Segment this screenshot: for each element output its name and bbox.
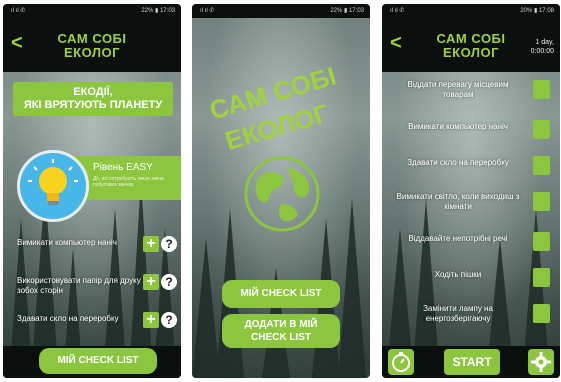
trash-icon[interactable] [533, 156, 550, 175]
banner-line2: ЯКІ ВРЯТУЮТЬ ПЛАНЕТУ [23, 99, 163, 111]
item-label: Вимикати світло, коли виходиш з кімнати [396, 192, 520, 211]
list-item: Вимикати компьютер наніч [382, 116, 560, 156]
stopwatch-icon[interactable] [388, 349, 414, 375]
status-bar: ıl ıl ✆ 20% ▮ 17:08 [382, 4, 560, 18]
add-button-line2: CHECK LIST [251, 332, 311, 343]
level-easy-card[interactable]: Рівень EASY Дії, які потребують лише змі… [17, 150, 181, 222]
task-label: Використовувати папір для друку зобох ст… [17, 276, 141, 295]
gear-icon[interactable] [528, 349, 554, 375]
task-item: Здавати скло на переробку + ? [3, 308, 181, 334]
question-icon[interactable]: ? [161, 236, 177, 252]
my-checklist-button[interactable]: МІЙ CHECK LIST [39, 348, 157, 374]
question-icon[interactable]: ? [161, 274, 177, 290]
my-checklist-button[interactable]: МІЙ CHECK LIST [222, 280, 340, 308]
status-bar: ıl ıl ✆ 22% ▮ 17:03 [192, 4, 370, 18]
status-signal: ıl ıl ✆ [11, 8, 26, 14]
list-item: Вимикати світло, коли виходиш з кімнати [382, 188, 560, 228]
trash-icon[interactable] [533, 232, 550, 251]
trash-icon[interactable] [533, 80, 550, 99]
trash-icon[interactable] [533, 120, 550, 139]
item-label: Віддавайте непотрібні речі [408, 234, 508, 243]
status-signal: ıl ıl ✆ [200, 8, 215, 14]
status-bar: ıl ıl ✆ 22% ▮ 17:03 [3, 4, 181, 18]
ecoactions-banner: ЕКОДІЇ, ЯКІ ВРЯТУЮТЬ ПЛАНЕТУ [13, 82, 173, 116]
add-button-line1: ДОДАТИ В МІЙ [244, 319, 318, 330]
app-title-line1: САМ СОБІ [57, 31, 127, 46]
trash-icon[interactable] [533, 268, 550, 287]
list-item: Ходіть пішки [382, 264, 560, 304]
trash-icon[interactable] [533, 192, 550, 211]
home-screen: ıl ıl ✆ 22% ▮ 17:03 САМ СОБІ ЕКОЛОГ МІЙ … [192, 4, 370, 378]
lightbulb-icon [17, 150, 89, 222]
app-header: < САМ СОБІ ЕКОЛОГ [3, 18, 181, 72]
trash-icon[interactable] [533, 304, 550, 323]
app-header: < САМ СОБІ ЕКОЛОГ 1 day, 0:00:00 [382, 18, 560, 72]
item-label: Здавати скло на переробку [407, 158, 509, 167]
question-icon[interactable]: ? [161, 312, 177, 328]
app-logo: САМ СОБІ ЕКОЛОГ [192, 42, 370, 242]
item-label: Віддати перевагу місцевим товарам [407, 80, 509, 99]
task-item: Вимикати компьютер наніч + ? [3, 232, 181, 258]
task-item: Використовувати папір для друку зобох ст… [3, 270, 181, 296]
status-battery-time: 20% ▮ 17:08 [520, 8, 554, 14]
add-to-checklist-button[interactable]: ДОДАТИ В МІЙ CHECK LIST [222, 314, 340, 348]
list-item: Замінити лампу на енергозберігаючу [382, 300, 560, 340]
task-label: Вимикати компьютер наніч [17, 238, 117, 247]
item-label: Замінити лампу на енергозберігаючу [423, 304, 493, 323]
start-button[interactable]: START [444, 349, 500, 375]
item-label: Вимикати компьютер наніч [408, 122, 508, 131]
plus-icon[interactable]: + [143, 274, 159, 290]
banner-line1: ЕКОДІЇ, [73, 86, 113, 98]
globe-icon [244, 156, 320, 232]
timer-days: 1 day, [535, 39, 554, 46]
checklist-levels-screen: ıl ıl ✆ 22% ▮ 17:03 < САМ СОБІ ЕКОЛОГ ЕК… [3, 4, 181, 378]
list-item: Віддати перевагу місцевим товарам [382, 76, 560, 116]
list-item: Віддавайте непотрібні речі [382, 228, 560, 268]
my-checklist-screen: ıl ıl ✆ 20% ▮ 17:08 < САМ СОБІ ЕКОЛОГ 1 … [382, 4, 560, 378]
item-label: Ходіть пішки [434, 270, 482, 279]
plus-icon[interactable]: + [143, 236, 159, 252]
level-title: Рівень EASY [93, 162, 153, 173]
plus-icon[interactable]: + [143, 312, 159, 328]
app-title-line2: ЕКОЛОГ [64, 45, 120, 60]
elapsed-timer: 1 day, 0:00:00 [531, 38, 554, 56]
app-title: САМ СОБІ ЕКОЛОГ [3, 32, 181, 60]
list-item: Здавати скло на переробку [382, 152, 560, 192]
level-description: Дії, які потребують лише зміни побутових… [93, 176, 164, 188]
status-battery-time: 22% ▮ 17:03 [141, 8, 175, 14]
task-label: Здавати скло на переробку [17, 314, 119, 323]
timer-clock: 0:00:00 [530, 48, 554, 55]
status-signal: ıl ıl ✆ [390, 8, 405, 14]
status-battery-time: 22% ▮ 17:03 [330, 8, 364, 14]
